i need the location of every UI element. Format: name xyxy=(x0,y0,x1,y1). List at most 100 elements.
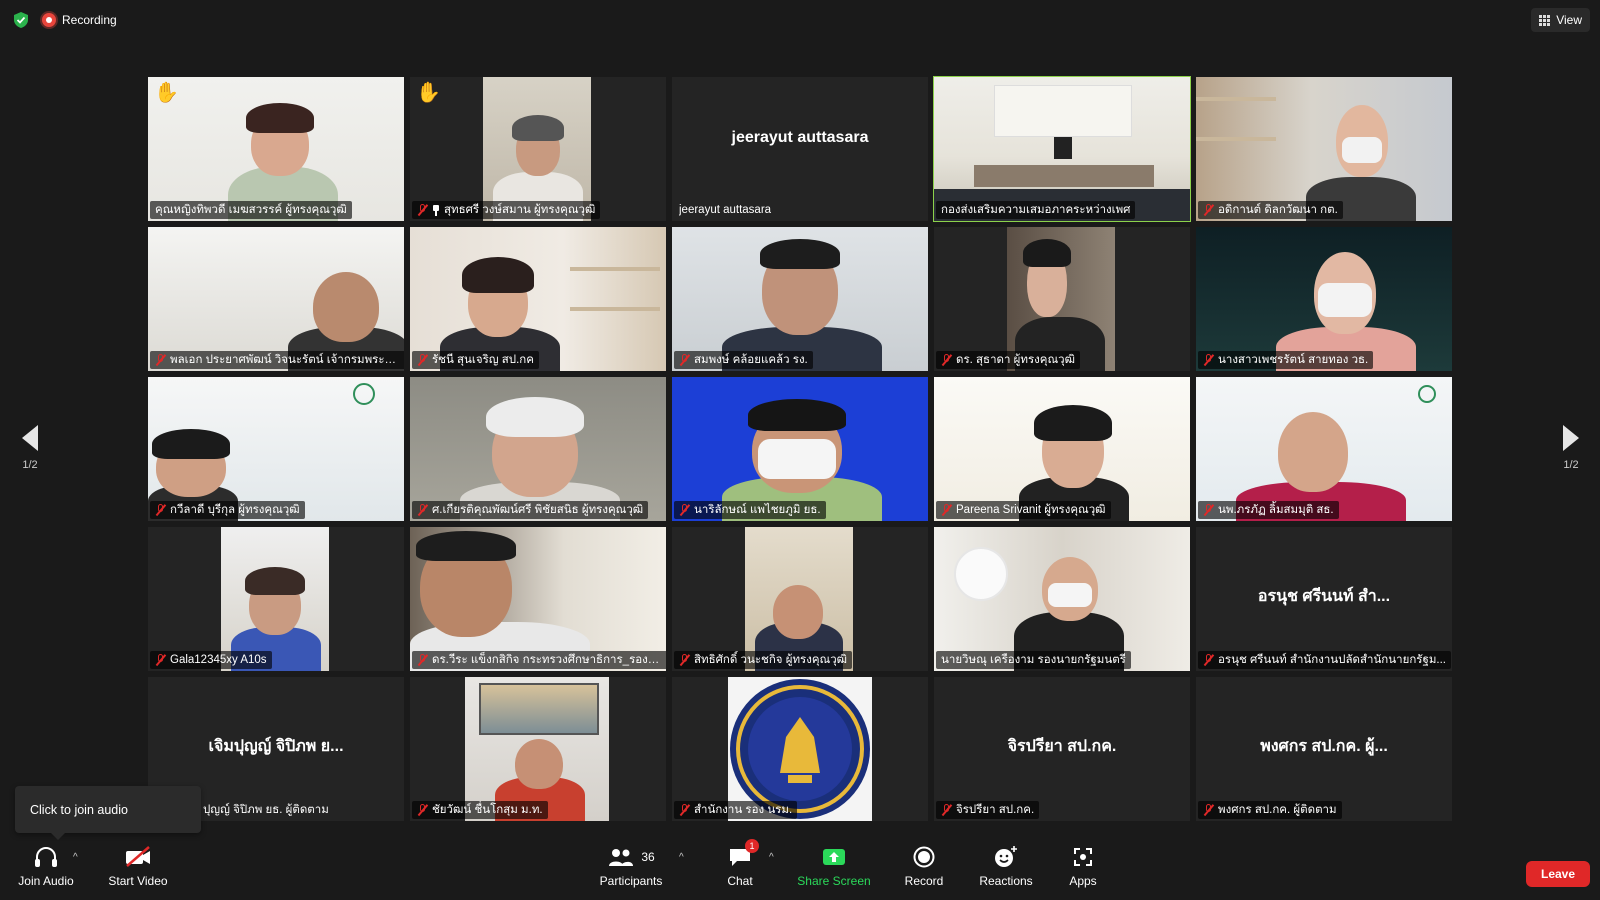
apps-label: Apps xyxy=(1069,874,1097,888)
participant-tile[interactable]: ชัยวัฒน์ ชื่นโกสุม ม.ท. xyxy=(410,677,666,821)
participant-name-bar: ศ.เกียรติคุณพัฒน์ศรี พิชัยสนิธ ผู้ทรงคุณ… xyxy=(412,501,649,519)
participant-tile[interactable]: Gala12345xy A10s xyxy=(148,527,404,671)
muted-mic-icon xyxy=(1203,504,1214,516)
view-button[interactable]: View xyxy=(1531,8,1590,32)
previous-page-button[interactable]: 1/2 xyxy=(10,425,50,481)
video-feed xyxy=(148,77,404,221)
participant-tile[interactable]: อดิกานต์ ดิลกวัฒนา กต. xyxy=(1196,77,1452,221)
participant-name-bar: นพ.ภรภัฏ ลิ้มสมมุติ สธ. xyxy=(1198,501,1339,519)
shield-check-icon[interactable] xyxy=(12,11,30,29)
participants-icon: 36 xyxy=(607,842,655,872)
participant-tile[interactable]: ✋ คุณหญิงทิพวดี เมฆสวรรค์ ผู้ทรงคุณวุฒิ xyxy=(148,77,404,221)
muted-mic-icon xyxy=(1203,204,1214,216)
headphones-icon xyxy=(33,842,59,872)
participant-tile-active-speaker[interactable]: กองส่งเสริมความเสมอภาคระหว่างเพศ xyxy=(933,76,1191,222)
participant-name-bar: jeerayut auttasara xyxy=(674,201,776,219)
join-audio-button[interactable]: Join Audio xyxy=(12,842,80,900)
grid-icon xyxy=(1539,14,1551,26)
muted-mic-icon xyxy=(155,354,166,366)
record-icon xyxy=(912,842,936,872)
participant-tile[interactable]: สมพงษ์ คล้อยแคล้ว รง. xyxy=(672,227,928,371)
participant-tile[interactable]: พงศกร สป.กค. ผู้... พงศกร สป.กค. ผู้ติดต… xyxy=(1196,677,1452,821)
participant-tile[interactable]: สำนักงาน รอง นรม. xyxy=(672,677,928,821)
reactions-button[interactable]: Reactions xyxy=(972,842,1040,900)
video-feed xyxy=(148,377,404,521)
participant-name-bar: อดิกานต์ ดิลกวัฒนา กต. xyxy=(1198,201,1343,219)
join-audio-tooltip[interactable]: Click to join audio xyxy=(15,786,201,840)
participant-tile[interactable]: พลเอก ประยาศพัฒน์ วิจนะรัตน์ เจ้ากรมพระธ… xyxy=(148,227,404,371)
chat-options-caret-icon[interactable]: ^ xyxy=(769,852,774,863)
participant-tile[interactable]: รัชนี สุนเจริญ สป.กค xyxy=(410,227,666,371)
participant-name: กวีลาดี บุรีกุล ผู้ทรงคุณวุฒิ xyxy=(170,504,300,516)
arrow-right-icon xyxy=(1563,425,1579,451)
participants-options-caret-icon[interactable]: ^ xyxy=(679,852,684,863)
video-feed xyxy=(483,77,591,221)
share-screen-icon xyxy=(821,842,847,872)
muted-mic-icon xyxy=(417,204,428,216)
participant-tile[interactable]: กวีลาดี บุรีกุล ผู้ทรงคุณวุฒิ xyxy=(148,377,404,521)
participant-tile[interactable]: นางสาวเพชรรัตน์ สายทอง วธ. xyxy=(1196,227,1452,371)
participant-tile[interactable]: ✋ สุทธศรี วงษ์สมาน ผู้ทรงคุณวุฒิ xyxy=(410,77,666,221)
participant-name-bar: สิทธิศักดิ์ วนะชกิจ ผู้ทรงคุณวุฒิ xyxy=(674,651,853,669)
participant-name-bar: ดร. สุธาดา ผู้ทรงคุณวุฒิ xyxy=(936,351,1080,369)
muted-mic-icon xyxy=(679,804,690,816)
participant-display-name: เจิมปุญญ์ จิปิภพ ย... xyxy=(208,738,344,755)
participant-tile[interactable]: ศ.เกียรติคุณพัฒน์ศรี พิชัยสนิธ ผู้ทรงคุณ… xyxy=(410,377,666,521)
chat-unread-badge: 1 xyxy=(745,839,759,853)
smiley-icon xyxy=(993,842,1019,872)
chat-button[interactable]: 1 Chat xyxy=(712,839,768,900)
participant-name: jeerayut auttasara xyxy=(679,204,772,216)
participant-name: อรนุช ศรีนนท์ สำนักงานปลัดสำนักนายกรัฐม.… xyxy=(1218,654,1446,666)
participant-tile[interactable]: อรนุช ศรีนนท์ สำ... อรนุช ศรีนนท์ สำนักง… xyxy=(1196,527,1452,671)
share-screen-button[interactable]: Share Screen xyxy=(796,842,872,900)
video-feed xyxy=(1196,377,1452,521)
apps-icon xyxy=(1072,842,1094,872)
muted-mic-icon xyxy=(417,654,428,666)
next-page-button[interactable]: 1/2 xyxy=(1551,425,1591,481)
start-video-button[interactable]: Start Video xyxy=(104,842,172,900)
participant-name-bar: สุทธศรี วงษ์สมาน ผู้ทรงคุณวุฒิ xyxy=(412,201,601,219)
participant-name-bar: ปุญญ์ จิปิภพ ยธ. ผู้ติดตาม xyxy=(198,801,334,819)
meeting-toolbar: Join Audio ^ Start Video 36 Participants… xyxy=(0,839,1600,900)
video-feed xyxy=(221,527,329,671)
participant-tile[interactable]: นายวิษณุ เครืองาม รองนายกรัฐมนตรี xyxy=(934,527,1190,671)
muted-mic-icon xyxy=(941,504,952,516)
arrow-left-icon xyxy=(22,425,38,451)
muted-mic-icon xyxy=(1203,804,1214,816)
muted-mic-icon xyxy=(417,504,428,516)
raised-hand-icon: ✋ xyxy=(416,82,441,104)
participant-tile[interactable]: จิรปรียา สป.กค. จิรปรียา สป.กค. xyxy=(934,677,1190,821)
participant-tile[interactable]: สิทธิศักดิ์ วนะชกิจ ผู้ทรงคุณวุฒิ xyxy=(672,527,928,671)
participant-name: นพ.ภรภัฏ ลิ้มสมมุติ สธ. xyxy=(1218,504,1334,516)
leave-button[interactable]: Leave xyxy=(1526,861,1590,887)
record-button[interactable]: Record xyxy=(896,842,952,900)
participant-tile[interactable]: jeerayut auttasara jeerayut auttasara xyxy=(672,77,928,221)
participant-name-bar: Pareena Srivanit ผู้ทรงคุณวุฒิ xyxy=(936,501,1111,519)
participants-button[interactable]: 36 Participants xyxy=(594,842,668,900)
participant-tile[interactable]: Pareena Srivanit ผู้ทรงคุณวุฒิ xyxy=(934,377,1190,521)
participant-tile[interactable]: นาริลักษณ์ แพไชยภูมิ ยธ. xyxy=(672,377,928,521)
participant-name-bar: รัชนี สุนเจริญ สป.กค xyxy=(412,351,539,369)
video-feed xyxy=(410,527,666,671)
participant-tile[interactable]: นพ.ภรภัฏ ลิ้มสมมุติ สธ. xyxy=(1196,377,1452,521)
government-seal xyxy=(730,679,870,819)
participant-tile[interactable]: ดร. สุธาดา ผู้ทรงคุณวุฒิ xyxy=(934,227,1190,371)
audio-options-caret-icon[interactable]: ^ xyxy=(73,852,78,863)
video-feed xyxy=(728,677,872,821)
participant-name: คุณหญิงทิพวดี เมฆสวรรค์ ผู้ทรงคุณวุฒิ xyxy=(155,204,347,216)
participant-name: ชัยวัฒน์ ชื่นโกสุม ม.ท. xyxy=(432,804,543,816)
participant-name: อดิกานต์ ดิลกวัฒนา กต. xyxy=(1218,204,1338,216)
participant-display-name: พงศกร สป.กค. ผู้... xyxy=(1260,738,1388,755)
video-feed xyxy=(934,377,1190,521)
recording-indicator[interactable]: Recording xyxy=(42,11,117,29)
muted-mic-icon xyxy=(941,804,952,816)
participant-tile[interactable]: ดร.วีระ แข็งกสิกิจ กระทรวงศึกษาธิการ_รอง… xyxy=(410,527,666,671)
video-off-icon xyxy=(124,842,152,872)
gallery-view: ✋ คุณหญิงทิพวดี เมฆสวรรค์ ผู้ทรงคุณวุฒิ … xyxy=(148,76,1452,824)
participant-name-bar: นางสาวเพชรรัตน์ สายทอง วธ. xyxy=(1198,351,1374,369)
apps-button[interactable]: Apps xyxy=(1058,842,1108,900)
participant-name: รัชนี สุนเจริญ สป.กค xyxy=(432,354,534,366)
participant-name-bar: นาริลักษณ์ แพไชยภูมิ ยธ. xyxy=(674,501,826,519)
video-feed xyxy=(934,527,1190,671)
participant-name-bar: พงศกร สป.กค. ผู้ติดตาม xyxy=(1198,801,1342,819)
